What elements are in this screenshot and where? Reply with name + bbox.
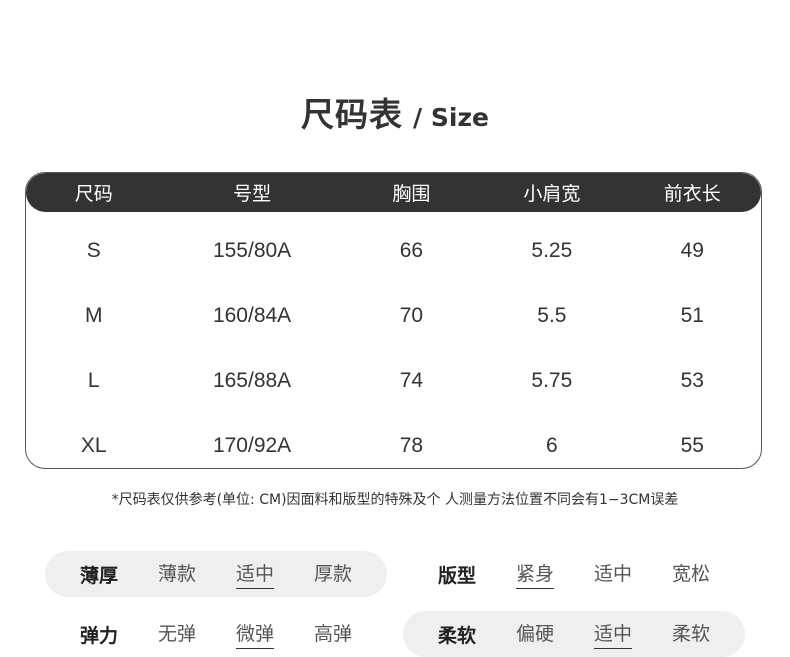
table-header: 尺码 号型 胸围 小肩宽 前衣长: [26, 173, 761, 212]
cell-model: 155/80A: [212, 238, 292, 262]
elasticity-option-high: 高弹: [314, 623, 353, 645]
cell-chest: 70: [399, 303, 424, 327]
thickness-option-medium: 适中: [236, 559, 314, 589]
cell-size: M: [84, 303, 103, 327]
softness-title: 柔软: [438, 624, 477, 647]
table-body: S 155/80A 66 5.25 49 M 160/84A 70 5.5 51…: [26, 212, 761, 468]
cell-size: S: [86, 238, 101, 262]
cell-length: 53: [680, 368, 704, 392]
cell-chest: 74: [399, 368, 424, 392]
softness-attribute: 柔软 偏硬 适中 柔软: [438, 611, 750, 657]
fit-option-regular: 适中: [594, 563, 633, 585]
fit-option-slim: 紧身: [516, 559, 594, 589]
cell-size: L: [87, 368, 100, 392]
elasticity-attribute: 弹力 无弹 微弹 高弹: [80, 611, 392, 657]
cell-chest: 78: [399, 433, 424, 457]
cell-size: XL: [80, 433, 107, 457]
header-length: 前衣长: [663, 183, 721, 205]
cell-shoulder: 5.25: [531, 238, 573, 262]
header-chest: 胸围: [392, 183, 431, 205]
thickness-option-thin: 薄款: [158, 563, 197, 585]
elasticity-option-none: 无弹: [158, 623, 197, 645]
thickness-attribute: 薄厚 薄款 适中 厚款: [80, 551, 392, 597]
table-row: S 155/80A 66 5.25 49: [26, 218, 761, 283]
cell-model: 160/84A: [212, 303, 292, 327]
fit-title: 版型: [438, 564, 477, 587]
cell-model: 165/88A: [212, 368, 292, 392]
thickness-option-thick: 厚款: [314, 563, 353, 585]
size-note: *尺码表仅供参考(单位: CM)因面料和版型的特殊及个 人测量方法位置不同会有1…: [111, 492, 679, 508]
title-en: / Size: [413, 103, 489, 132]
thickness-title: 薄厚: [80, 564, 119, 587]
title-cn: 尺码表: [301, 95, 404, 134]
header-shoulder: 小肩宽: [523, 183, 581, 205]
cell-model: 170/92A: [212, 433, 292, 457]
cell-chest: 66: [399, 238, 424, 262]
softness-option-hard: 偏硬: [516, 623, 555, 645]
table-row: M 160/84A 70 5.5 51: [26, 283, 761, 348]
page-title: 尺码表 / Size: [0, 88, 790, 136]
fit-option-loose: 宽松: [672, 563, 711, 585]
header-size: 尺码: [74, 183, 113, 205]
softness-option-soft: 柔软: [672, 623, 711, 645]
table-row: XL 170/92A 78 6 55: [26, 413, 761, 468]
elasticity-title: 弹力: [80, 624, 119, 647]
cell-shoulder: 5.75: [531, 368, 573, 392]
cell-length: 55: [680, 433, 704, 457]
cell-length: 49: [680, 238, 704, 262]
fit-attribute: 版型 紧身 适中 宽松: [438, 551, 750, 597]
header-model: 号型: [233, 183, 272, 205]
cell-length: 51: [680, 303, 704, 327]
size-table: 尺码 号型 胸围 小肩宽 前衣长 S 155/80A 66 5.25 49 M …: [25, 172, 762, 469]
cell-shoulder: 6: [546, 433, 558, 457]
table-row: L 165/88A 74 5.75 53: [26, 348, 761, 413]
cell-shoulder: 5.5: [537, 303, 567, 327]
softness-option-medium: 适中: [594, 619, 672, 649]
elasticity-option-slight: 微弹: [236, 619, 314, 649]
